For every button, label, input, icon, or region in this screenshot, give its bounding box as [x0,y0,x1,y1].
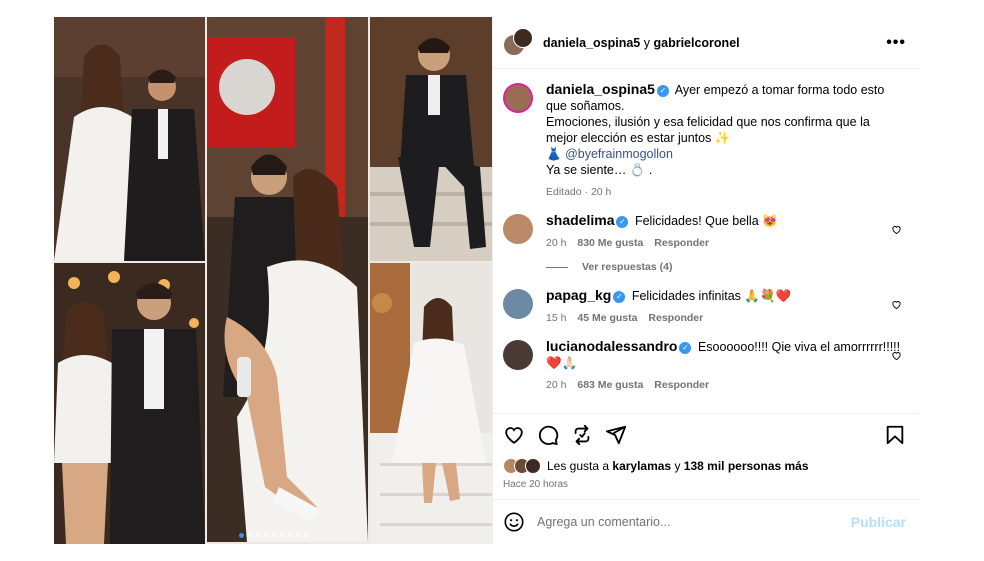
replies-divider [546,266,568,268]
photo-tile-3 [370,17,492,261]
action-bar [493,413,918,455]
comment-icon[interactable] [537,424,559,446]
mention-link[interactable]: @byefrainmogollon [565,147,673,161]
carousel-dot [246,533,252,538]
view-replies-button[interactable]: Ver respuestas (4) [546,261,904,273]
comment-username[interactable]: papag_kg [546,287,611,303]
carousel-dot [302,533,308,538]
verified-icon: ✓ [679,341,692,354]
caption-line-2: Emociones, ilusión y esa felicidad que n… [546,115,870,145]
post-timestamp: Hace 20 horas [503,479,569,490]
author-username[interactable]: daniela_ospina5 [543,36,640,50]
likes-prefix: Les gusta a [547,459,610,473]
post-media-collage[interactable] [54,17,492,544]
photo-tile-4 [54,263,205,544]
caption-meta: Editado · 20 h [546,186,612,198]
likes-summary[interactable]: Les gusta a karylamas y 138 mil personas… [493,455,918,477]
carousel-indicator [54,533,492,538]
comment-username[interactable]: lucianodalessandro [546,338,677,354]
photo-tile-1 [54,17,205,261]
emoji-icon[interactable] [503,511,525,533]
view-replies-label[interactable]: Ver respuestas (4) [582,261,672,273]
avatar[interactable] [503,289,533,319]
share-icon[interactable] [605,424,627,446]
comment: lucianodalessandro ✓ Esoooooo!!!! Qie viv… [503,338,904,393]
heart-icon[interactable] [891,350,902,361]
comment-meta: 15 h 45 Me gusta Responder [546,310,904,326]
authors-connector: y [643,35,650,50]
comment-time: 20 h [546,379,567,391]
comment-username[interactable]: shadelima [546,212,614,228]
verified-icon: ✓ [613,290,626,303]
comment-meta: 20 h 683 Me gusta Responder [546,377,904,393]
comment: papag_kg ✓ Felicidades infinitas 🙏💐❤️ 15 … [503,287,904,326]
comment-time: 20 h [546,237,567,249]
avatar[interactable] [503,214,533,244]
avatar[interactable] [503,83,533,113]
heart-icon[interactable] [891,299,902,310]
reply-button[interactable]: Responder [648,312,703,324]
carousel-dot [278,533,284,538]
avatar [525,458,541,474]
more-icon[interactable]: ••• [886,34,906,52]
caption-line-4: Ya se siente… 💍 . [546,163,653,177]
comment-meta: 20 h 830 Me gusta Responder [546,235,904,251]
verified-icon: ✓ [616,215,629,228]
comments-list[interactable]: daniela_ospina5 ✓ Ayer empezó a tomar for… [493,69,918,413]
bookmark-icon[interactable] [884,424,906,446]
repost-icon[interactable] [571,424,593,446]
comment-input[interactable]: Agrega un comentario... [537,515,851,529]
likers-avatars [503,458,541,474]
comment-likes[interactable]: 683 Me gusta [577,379,643,391]
comment-likes[interactable]: 830 Me gusta [577,237,643,249]
photo-tile-2 [207,17,368,542]
comment: shadelima ✓ Felicidades! Que bella 😻 20 h… [503,212,904,251]
carousel-dot [270,533,276,538]
instagram-post: daniela_ospina5 y gabrielcoronel ••• dan… [54,17,918,544]
heart-icon[interactable] [891,224,902,235]
reply-button[interactable]: Responder [654,379,709,391]
verified-icon: ✓ [656,84,669,97]
coauthor-username[interactable]: gabrielcoronel [653,36,739,50]
dress-emoji: 👗 [546,147,562,161]
publish-button[interactable]: Publicar [851,514,906,530]
reply-button[interactable]: Responder [654,237,709,249]
carousel-dot [294,533,300,538]
carousel-dot [254,533,260,538]
comment-likes[interactable]: 45 Me gusta [577,312,637,324]
add-comment-bar: Agrega un comentario... Publicar [493,499,918,544]
likes-connector: y [674,459,681,473]
comment-time: 15 h [546,312,567,324]
carousel-dot [286,533,292,538]
comment-text: Felicidades infinitas 🙏💐❤️ [631,289,792,303]
likes-count[interactable]: 138 mil personas más [684,459,809,473]
photo-tile-5 [370,263,492,544]
post-side-panel: daniela_ospina5 y gabrielcoronel ••• dan… [492,17,918,544]
header-avatars[interactable] [503,27,533,58]
carousel-dot [238,533,244,538]
post-authors: daniela_ospina5 y gabrielcoronel [543,36,886,50]
caption: daniela_ospina5 ✓ Ayer empezó a tomar for… [503,81,904,200]
comment-text: Felicidades! Que bella 😻 [634,214,778,228]
liker-username[interactable]: karylamas [612,459,671,473]
avatar [513,27,533,48]
avatar[interactable] [503,340,533,370]
caption-username[interactable]: daniela_ospina5 [546,81,655,97]
heart-icon[interactable] [503,424,525,446]
carousel-dot [262,533,268,538]
post-header: daniela_ospina5 y gabrielcoronel ••• [493,17,918,69]
